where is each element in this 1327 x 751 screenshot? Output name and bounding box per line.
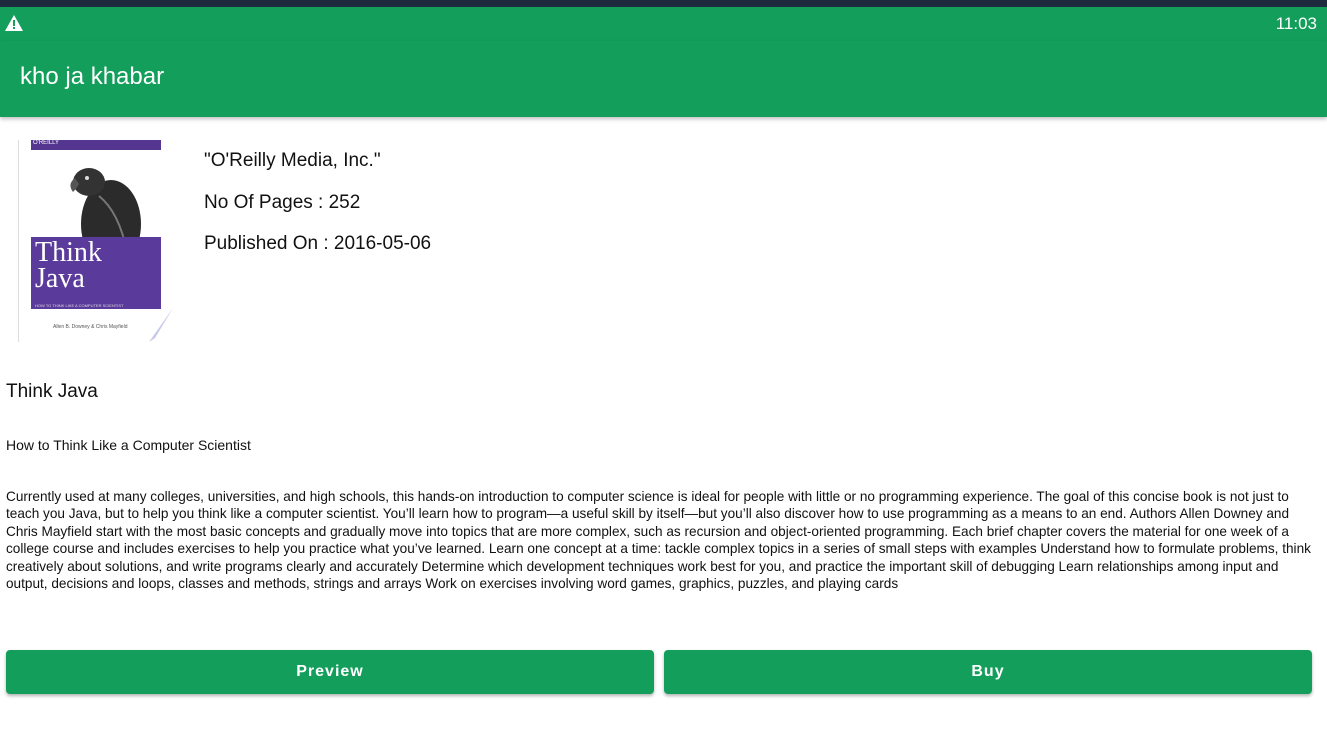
page-count-text: No Of Pages : 252 — [204, 192, 361, 213]
preview-button[interactable]: Preview — [6, 650, 654, 694]
publisher-text: "O'Reilly Media, Inc." — [204, 150, 381, 171]
page-curl-icon — [149, 308, 173, 342]
book-subtitle: How to Think Like a Computer Scientist — [6, 437, 251, 453]
warning-icon — [5, 15, 23, 31]
status-time: 11:03 — [1275, 14, 1317, 33]
cover-publisher-label: O'REILLY — [33, 140, 60, 146]
app-title: kho ja khabar — [20, 63, 165, 90]
cover-title: Think Java — [35, 239, 102, 294]
cover-subtitle: HOW TO THINK LIKE A COMPUTER SCIENTIST — [35, 303, 124, 308]
book-description: Currently used at many colleges, univers… — [6, 489, 1311, 592]
app-bar: kho ja khabar — [0, 41, 1327, 117]
book-cover-image: O'REILLY Think Java HOW TO THINK LIKE A … — [18, 140, 173, 342]
cover-authors: Allen B. Downey & Chris Mayfield — [53, 324, 128, 330]
cover-title-line2: Java — [35, 263, 85, 294]
status-bar: 11:03 — [0, 7, 1327, 41]
system-top-strip — [0, 0, 1327, 7]
buy-button[interactable]: Buy — [664, 650, 1312, 694]
published-date-text: Published On : 2016-05-06 — [204, 233, 432, 254]
book-title: Think Java — [6, 381, 98, 402]
